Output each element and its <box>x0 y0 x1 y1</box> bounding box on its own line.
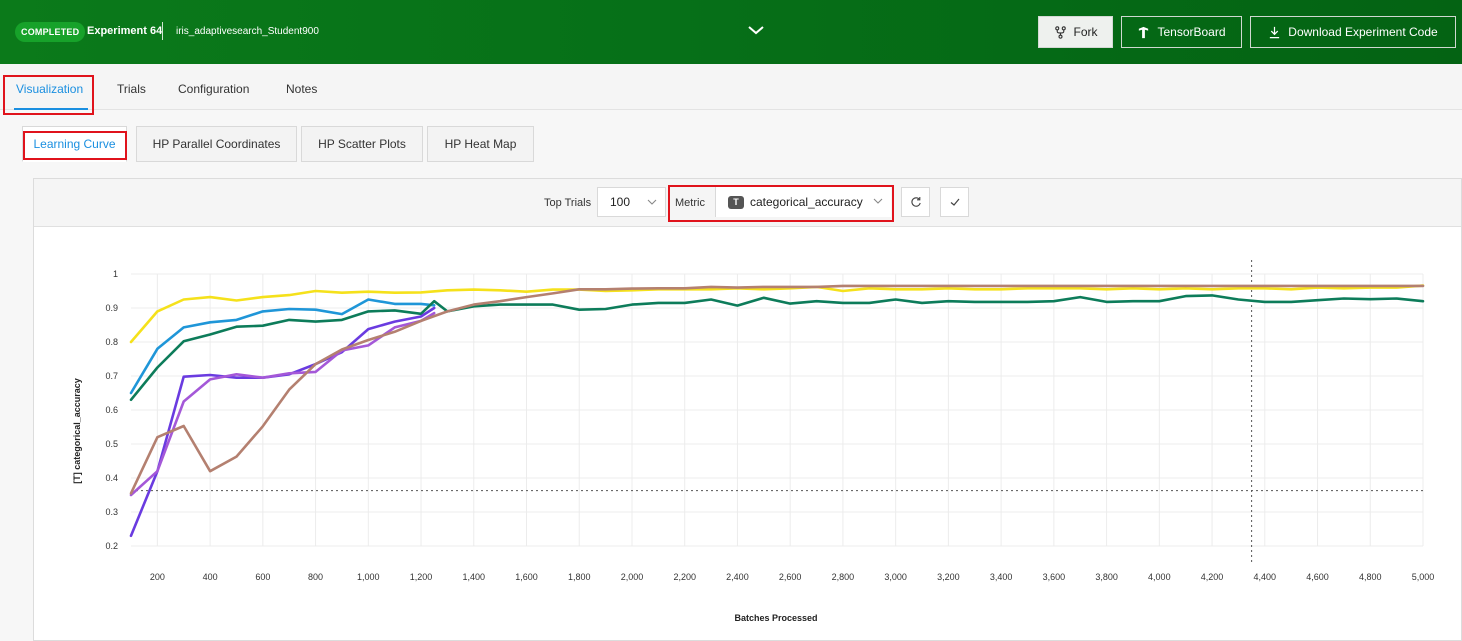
chevron-down-icon[interactable] <box>747 22 765 38</box>
x-tick-label: 2,800 <box>832 572 855 582</box>
subtab-hp-parallel-coordinates[interactable]: HP Parallel Coordinates <box>136 126 297 162</box>
x-tick-label: 3,200 <box>937 572 960 582</box>
fork-label: Fork <box>1073 25 1098 39</box>
x-tick-label: 4,800 <box>1359 572 1382 582</box>
x-tick-label: 3,800 <box>1095 572 1118 582</box>
series-line-1 <box>129 284 1425 344</box>
x-tick-label: 600 <box>255 572 270 582</box>
x-tick-label: 400 <box>203 572 218 582</box>
x-tick-label: 200 <box>150 572 165 582</box>
x-tick-label: 1,400 <box>463 572 486 582</box>
x-tick-label: 1,000 <box>357 572 380 582</box>
chart-crosshair <box>131 260 1423 564</box>
x-tick-label: 2,200 <box>673 572 696 582</box>
x-axis-ticks: 200 400 600 800 1,000 1,200 1,400 1,600 1,800 2,0… <box>150 572 1434 582</box>
fork-icon <box>1054 25 1066 39</box>
y-tick-label: 0.3 <box>105 507 118 517</box>
y-tick-label: 1 <box>113 269 118 279</box>
subtab-hp-scatter-plots[interactable]: HP Scatter Plots <box>301 126 423 162</box>
x-tick-label: 4,400 <box>1254 572 1277 582</box>
x-tick-label: 3,400 <box>990 572 1013 582</box>
reset-button[interactable] <box>901 187 930 217</box>
chevron-down-icon <box>647 199 657 205</box>
x-tick-label: 3,600 <box>1043 572 1066 582</box>
tensorboard-label: TensorBoard <box>1157 25 1226 39</box>
download-icon <box>1270 26 1280 38</box>
x-tick-label: 1,800 <box>568 572 591 582</box>
x-tick-label: 2,600 <box>779 572 802 582</box>
highlight-box-visualization <box>3 75 94 115</box>
x-tick-label: 1,600 <box>515 572 538 582</box>
highlight-box-learning-curve <box>23 131 127 160</box>
tensorboard-button[interactable]: TensorBoard <box>1121 16 1242 48</box>
y-tick-label: 0.2 <box>105 541 118 551</box>
apply-button[interactable] <box>940 187 969 217</box>
top-trials-value: 100 <box>610 195 631 209</box>
x-tick-label: 800 <box>308 572 323 582</box>
x-tick-label: 1,200 <box>410 572 433 582</box>
highlight-box-metric <box>668 185 894 222</box>
x-tick-label: 3,000 <box>884 572 907 582</box>
learning-curve-chart[interactable]: 200 400 600 800 1,000 1,200 1,400 1,600 1,800 2,0… <box>34 227 1462 641</box>
series-line-6 <box>129 284 1425 495</box>
x-tick-label: 2,400 <box>726 572 749 582</box>
y-tick-label: 0.6 <box>105 405 118 415</box>
x-tick-label: 2,000 <box>621 572 644 582</box>
check-icon <box>950 198 959 206</box>
tensorboard-icon <box>1139 26 1149 38</box>
tab-configuration[interactable]: Configuration <box>178 82 249 96</box>
refresh-icon <box>910 197 921 207</box>
y-tick-label: 0.7 <box>105 371 118 381</box>
tab-notes[interactable]: Notes <box>286 82 317 96</box>
status-badge: COMPLETED <box>15 22 86 42</box>
learning-curve-panel: Top Trials 100 Metric T categorical_accu… <box>33 178 1462 641</box>
subtab-hp-heat-map[interactable]: HP Heat Map <box>427 126 534 162</box>
x-tick-label: 5,000 <box>1412 572 1435 582</box>
header-divider <box>162 22 163 40</box>
y-axis-label: [T] categorical_accuracy <box>72 378 82 484</box>
x-tick-label: 4,200 <box>1201 572 1224 582</box>
tab-trials[interactable]: Trials <box>117 82 146 96</box>
experiment-title: Experiment 64 <box>87 25 163 37</box>
main-tabs: Visualization Trials Configuration Notes <box>0 64 1462 110</box>
top-trials-label: Top Trials <box>544 197 592 209</box>
x-tick-label: 4,600 <box>1306 572 1329 582</box>
download-label: Download Experiment Code <box>1288 25 1438 39</box>
y-tick-label: 0.8 <box>105 337 118 347</box>
experiment-header: COMPLETED Experiment 64 iris_adaptivesea… <box>0 0 1462 64</box>
x-tick-label: 4,000 <box>1148 572 1171 582</box>
download-code-button[interactable]: Download Experiment Code <box>1250 16 1456 48</box>
y-axis-ticks: 0.2 0.3 0.4 0.5 0.6 0.7 0.8 0.9 1 <box>105 269 118 551</box>
series-line-2 <box>129 298 436 395</box>
fork-button[interactable]: Fork <box>1038 16 1113 48</box>
y-tick-label: 0.5 <box>105 439 118 449</box>
x-axis-label: Batches Processed <box>734 613 817 623</box>
chart-grid <box>131 273 1424 547</box>
y-tick-label: 0.9 <box>105 303 118 313</box>
y-tick-label: 0.4 <box>105 473 118 483</box>
experiment-description[interactable]: iris_adaptivesearch_Student900 <box>176 26 319 37</box>
chart-series <box>129 284 1425 538</box>
top-trials-select[interactable]: 100 <box>597 187 666 217</box>
